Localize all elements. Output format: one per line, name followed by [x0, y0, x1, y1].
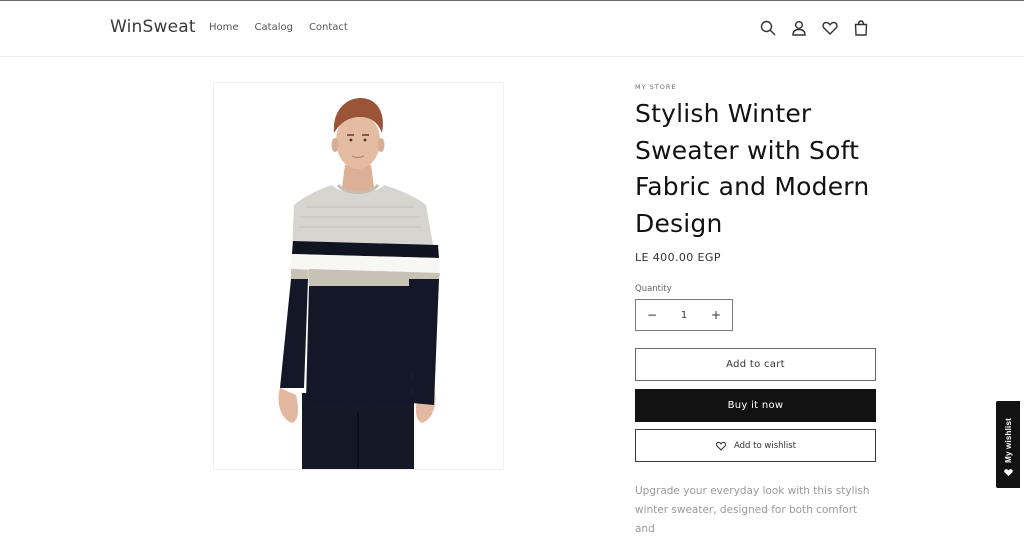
- heart-icon[interactable]: [821, 19, 839, 37]
- increase-quantity-button[interactable]: +: [710, 308, 722, 322]
- add-to-wishlist-label: Add to wishlist: [733, 440, 796, 451]
- wishlist-tab-label: My wishlist: [1003, 418, 1013, 463]
- add-to-cart-button[interactable]: Add to cart: [635, 348, 876, 381]
- wishlist-floating-tab[interactable]: My wishlist: [996, 401, 1020, 488]
- product-title: Stylish Winter Sweater with Soft Fabric …: [635, 99, 870, 238]
- store-logo[interactable]: WinSweat: [110, 17, 196, 37]
- nav-catalog[interactable]: Catalog: [255, 22, 293, 33]
- quantity-input[interactable]: 1: [681, 310, 687, 321]
- cart-icon[interactable]: [852, 19, 870, 37]
- nav-contact[interactable]: Contact: [309, 22, 348, 33]
- product-price: LE 400.00 EGP: [635, 251, 721, 264]
- main-nav: Home Catalog Contact: [209, 22, 348, 33]
- product-info: MY STORE Stylish Winter Sweater with Sof…: [635, 82, 876, 539]
- quantity-stepper: − 1 +: [635, 299, 733, 331]
- account-icon[interactable]: [790, 19, 808, 37]
- heart-icon: [1003, 469, 1013, 477]
- model-sweater-illustration: [278, 97, 440, 469]
- nav-home[interactable]: Home: [209, 22, 239, 33]
- site-header: WinSweat Home Catalog Contact: [0, 1, 1024, 57]
- decrease-quantity-button[interactable]: −: [646, 308, 658, 322]
- quantity-label: Quantity: [635, 284, 672, 294]
- add-to-wishlist-button[interactable]: Add to wishlist: [635, 429, 876, 462]
- header-icons: [759, 19, 870, 37]
- product-image[interactable]: [213, 82, 504, 470]
- product-vendor: MY STORE: [635, 83, 677, 91]
- product-description: Upgrade your everyday look with this sty…: [635, 485, 870, 535]
- buy-now-button[interactable]: Buy it now: [635, 389, 876, 422]
- heart-icon: [715, 441, 727, 451]
- search-icon[interactable]: [759, 19, 777, 37]
